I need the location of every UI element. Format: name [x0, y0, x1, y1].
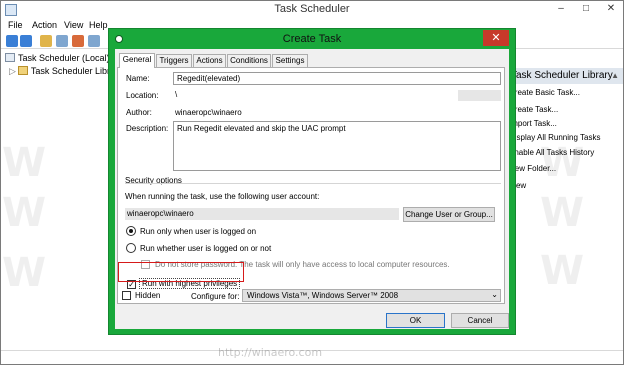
configure-for-dropdown[interactable]: Windows Vista™, Windows Server™ 2008 ⌄ [242, 289, 501, 302]
action-create-task[interactable]: Create Task... [509, 105, 558, 114]
author-label: Author: [126, 108, 152, 117]
location-value-fill [458, 90, 501, 101]
author-value: winaeropc\winaero [175, 108, 242, 117]
dialog-titlebar: Create Task ✕ [109, 29, 515, 49]
radio-logged-on[interactable] [126, 226, 136, 236]
menu-help[interactable]: Help [89, 20, 108, 30]
main-titlebar: Task Scheduler – □ ✕ [1, 1, 623, 19]
action-display-running[interactable]: Display All Running Tasks [509, 133, 600, 142]
navigation-tree: Task Scheduler (Local) ▷ Task Scheduler L… [1, 50, 122, 350]
chevron-down-icon: ⌄ [491, 290, 498, 299]
action-enable-history[interactable]: Enable All Tasks History [509, 148, 594, 157]
cancel-button[interactable]: Cancel [451, 313, 509, 328]
up-folder-icon[interactable] [40, 35, 52, 47]
tree-item-library[interactable]: ▷ Task Scheduler Library [9, 66, 122, 77]
dialog-title: Create Task [282, 33, 342, 45]
show-hide-tree-icon[interactable] [56, 35, 68, 47]
tab-settings[interactable]: Settings [272, 54, 308, 67]
radio-whether-logged[interactable] [126, 243, 136, 253]
description-label: Description: [126, 124, 169, 133]
expand-arrow-icon[interactable]: ▷ [9, 66, 16, 76]
configure-for-label: Configure for: [191, 292, 240, 301]
hidden-checkbox[interactable] [122, 291, 131, 300]
description-textarea[interactable]: Run Regedit elevated and skip the UAC pr… [173, 121, 501, 171]
menu-file[interactable]: File [8, 20, 23, 30]
maximize-button[interactable]: □ [574, 1, 598, 17]
menu-view[interactable]: View [64, 20, 83, 30]
name-input[interactable]: Regedit(elevated) [173, 72, 501, 85]
location-value: \ [173, 90, 501, 101]
status-bar [1, 350, 623, 364]
tab-conditions[interactable]: Conditions [227, 54, 271, 67]
highlight-box [118, 262, 244, 282]
menu-action[interactable]: Action [32, 20, 57, 30]
minimize-button[interactable]: – [549, 1, 573, 17]
dialog-close-button[interactable]: ✕ [483, 30, 509, 46]
properties-icon[interactable] [88, 35, 100, 47]
change-user-button[interactable]: Change User or Group... [403, 207, 495, 222]
action-new-folder[interactable]: New Folder... [509, 164, 556, 173]
tree-item-local[interactable]: Task Scheduler (Local) [5, 53, 110, 63]
radio-logged-on-label[interactable]: Run only when user is logged on [140, 227, 256, 236]
security-separator [125, 183, 501, 184]
forward-arrow-icon[interactable] [20, 35, 32, 47]
tab-general[interactable]: General [119, 53, 155, 68]
dialog-body: General Triggers Actions Conditions Sett… [115, 49, 509, 329]
back-arrow-icon[interactable] [6, 35, 18, 47]
radio-whether-logged-label[interactable]: Run whether user is logged on or not [140, 244, 271, 253]
account-value: winaeropc\winaero [125, 208, 399, 220]
name-label: Name: [126, 74, 150, 83]
ok-button[interactable]: OK [386, 313, 445, 328]
clock-icon [5, 53, 15, 62]
close-window-button[interactable]: ✕ [599, 1, 623, 17]
collapse-triangle-icon[interactable]: ▲ [611, 71, 619, 80]
action-create-basic-task[interactable]: Create Basic Task... [509, 88, 580, 97]
tab-triggers[interactable]: Triggers [156, 54, 192, 67]
tab-actions[interactable]: Actions [193, 54, 226, 67]
main-window-title: Task Scheduler [274, 3, 350, 15]
folder-icon [17, 66, 28, 75]
location-label: Location: [126, 91, 159, 100]
help-icon[interactable] [72, 35, 84, 47]
hidden-label[interactable]: Hidden [135, 291, 160, 300]
configure-for-value: Windows Vista™, Windows Server™ 2008 [247, 291, 399, 300]
account-prompt: When running the task, use the following… [125, 192, 320, 201]
action-import-task[interactable]: Import Task... [509, 119, 557, 128]
